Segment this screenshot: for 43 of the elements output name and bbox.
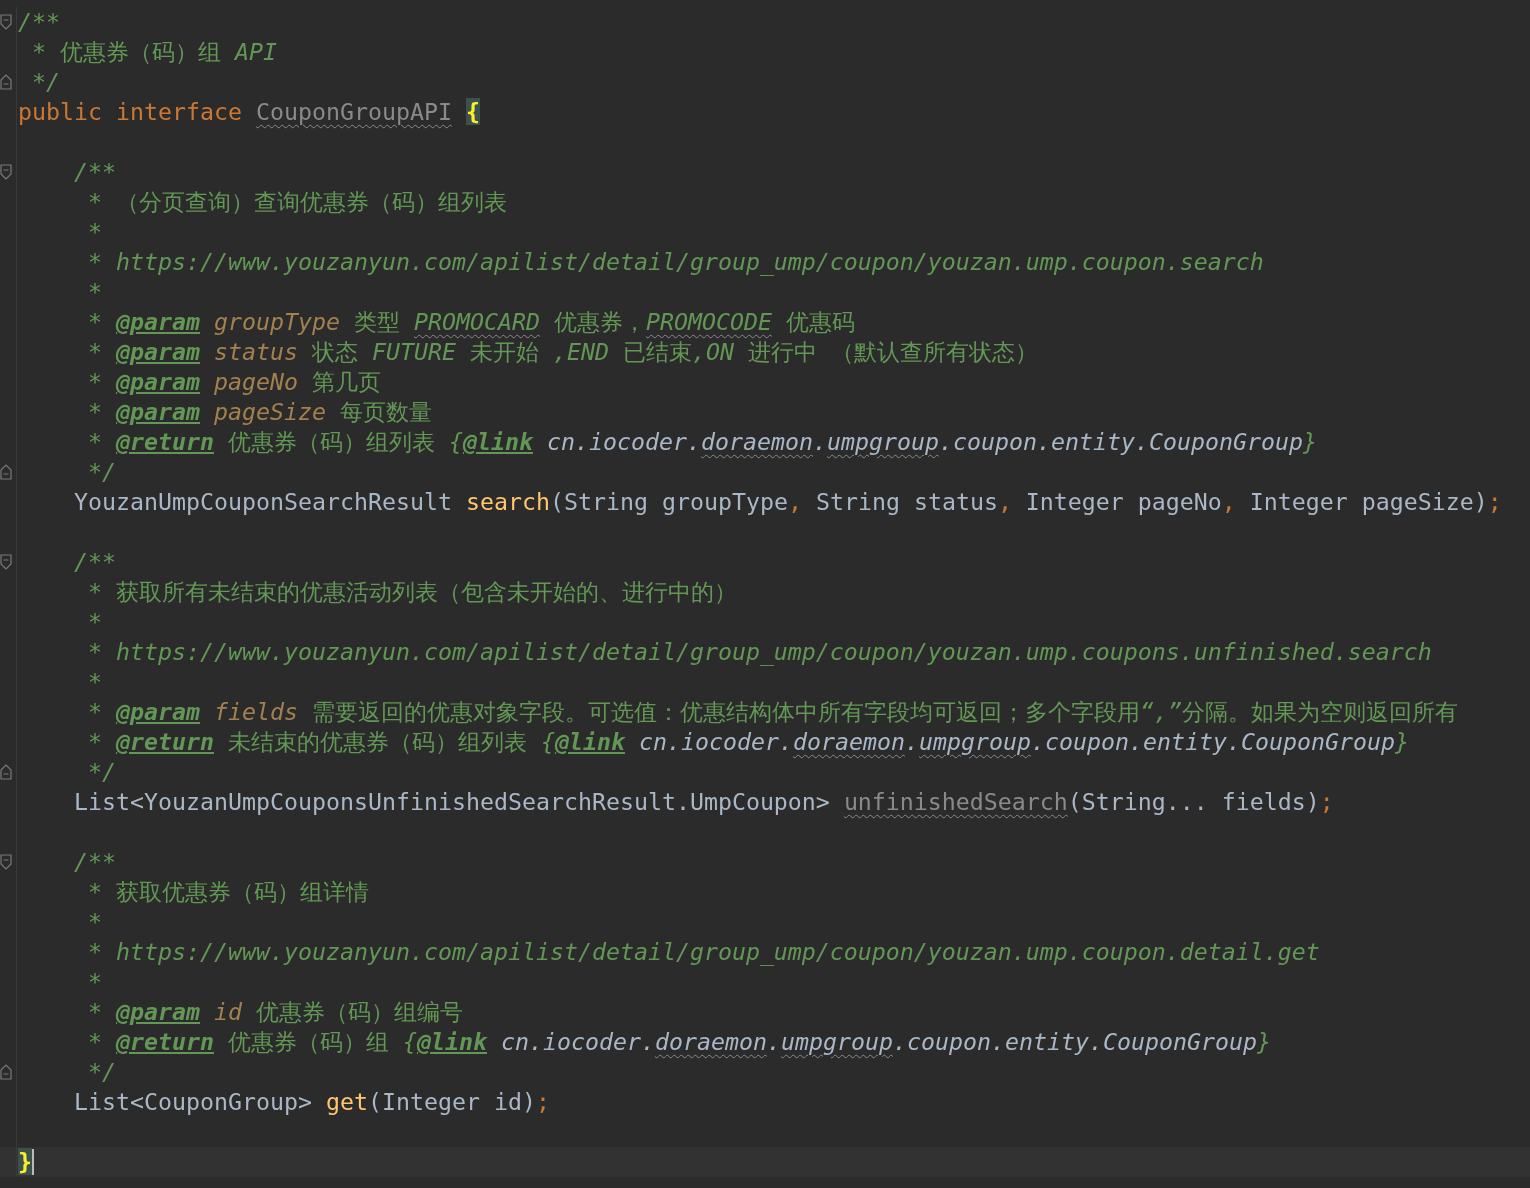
code-line: * @param pageSize 每页数量 [87,397,432,427]
fold-icon[interactable] [0,14,12,30]
text-caret [32,1149,34,1175]
fold-icon[interactable] [0,1064,12,1080]
code-line: */ [87,457,116,487]
code-line: * [87,907,102,937]
fold-icon[interactable] [0,854,12,870]
code-line: * @param status 状态 FUTURE 未开始 ,END 已结束,ON 进行中 （默认查所有状态） [87,337,1038,367]
fold-icon[interactable] [0,464,12,480]
code-line: * [87,277,102,307]
code-line: * @param groupType 类型 PROMOCARD 优惠券，PROMOCODE 优惠码 [87,307,855,337]
fold-icon[interactable] [0,764,12,780]
code-line: /** [18,7,60,37]
code-line: /** [73,847,116,877]
code-line: * [87,607,102,637]
code-line: * [87,967,102,997]
code-line: * @return 优惠券（码）组 {@link cn.iocoder.doraemon.umpgroup.coupon.entity.CouponGroup} [87,1027,1271,1057]
code-line: public interface CouponGroupAPI { [18,97,480,127]
code-line: * @param pageNo 第几页 [87,367,381,397]
code-line: * 获取所有未结束的优惠活动列表（包含未开始的、进行中的） [87,577,737,607]
code-line: * 获取优惠券（码）组详情 [87,877,369,907]
code-line: * @return 未结束的优惠券（码）组列表 {@link cn.iocoder.doraemon.umpgroup.coupon.entity.CouponGroup} [87,727,1409,757]
code-line: * @return 优惠券（码）组列表 {@link cn.iocoder.doraemon.umpgroup.coupon.entity.CouponGroup} [87,427,1317,457]
code-line: /** [73,157,116,187]
code-line: * [87,217,102,247]
code-line: * （分页查询）查询优惠券（码）组列表 [87,187,507,217]
code-line: List<CouponGroup> get(Integer id); [73,1087,550,1117]
code-line: * https://www.youzanyun.com/apilist/detail/group_ump/coupon/youzan.ump.coupons.unfinished.search [87,637,1432,667]
code-line: */ [87,757,116,787]
code-line: * [87,667,102,697]
code-line: */ [87,1057,116,1087]
code-line: List<YouzanUmpCouponsUnfinishedSearchResult.UmpCoupon> unfinishedSearch(String... fields); [73,787,1334,817]
code-line: * https://www.youzanyun.com/apilist/detail/group_ump/coupon/youzan.ump.coupon.detail.get [87,937,1320,967]
code-line: * @param id 优惠券（码）组编号 [87,997,463,1027]
code-line: * 优惠券（码）组 API [31,37,277,67]
code-line: * @param fields 需要返回的优惠对象字段。可选值：优惠结构体中所有字段均可返回；多个字段用“,”分隔。如果为空则返回所有 [87,697,1458,727]
code-line: * https://www.youzanyun.com/apilist/detail/group_ump/coupon/youzan.ump.coupon.search [87,247,1264,277]
code-line: /** [73,547,116,577]
fold-icon[interactable] [0,554,12,570]
fold-icon[interactable] [0,74,12,90]
code-line: */ [31,67,60,97]
code-line: YouzanUmpCouponSearchResult search(String groupType, String status, Integer pageNo, Integer pageSize); [73,487,1502,517]
fold-icon[interactable] [0,164,12,180]
